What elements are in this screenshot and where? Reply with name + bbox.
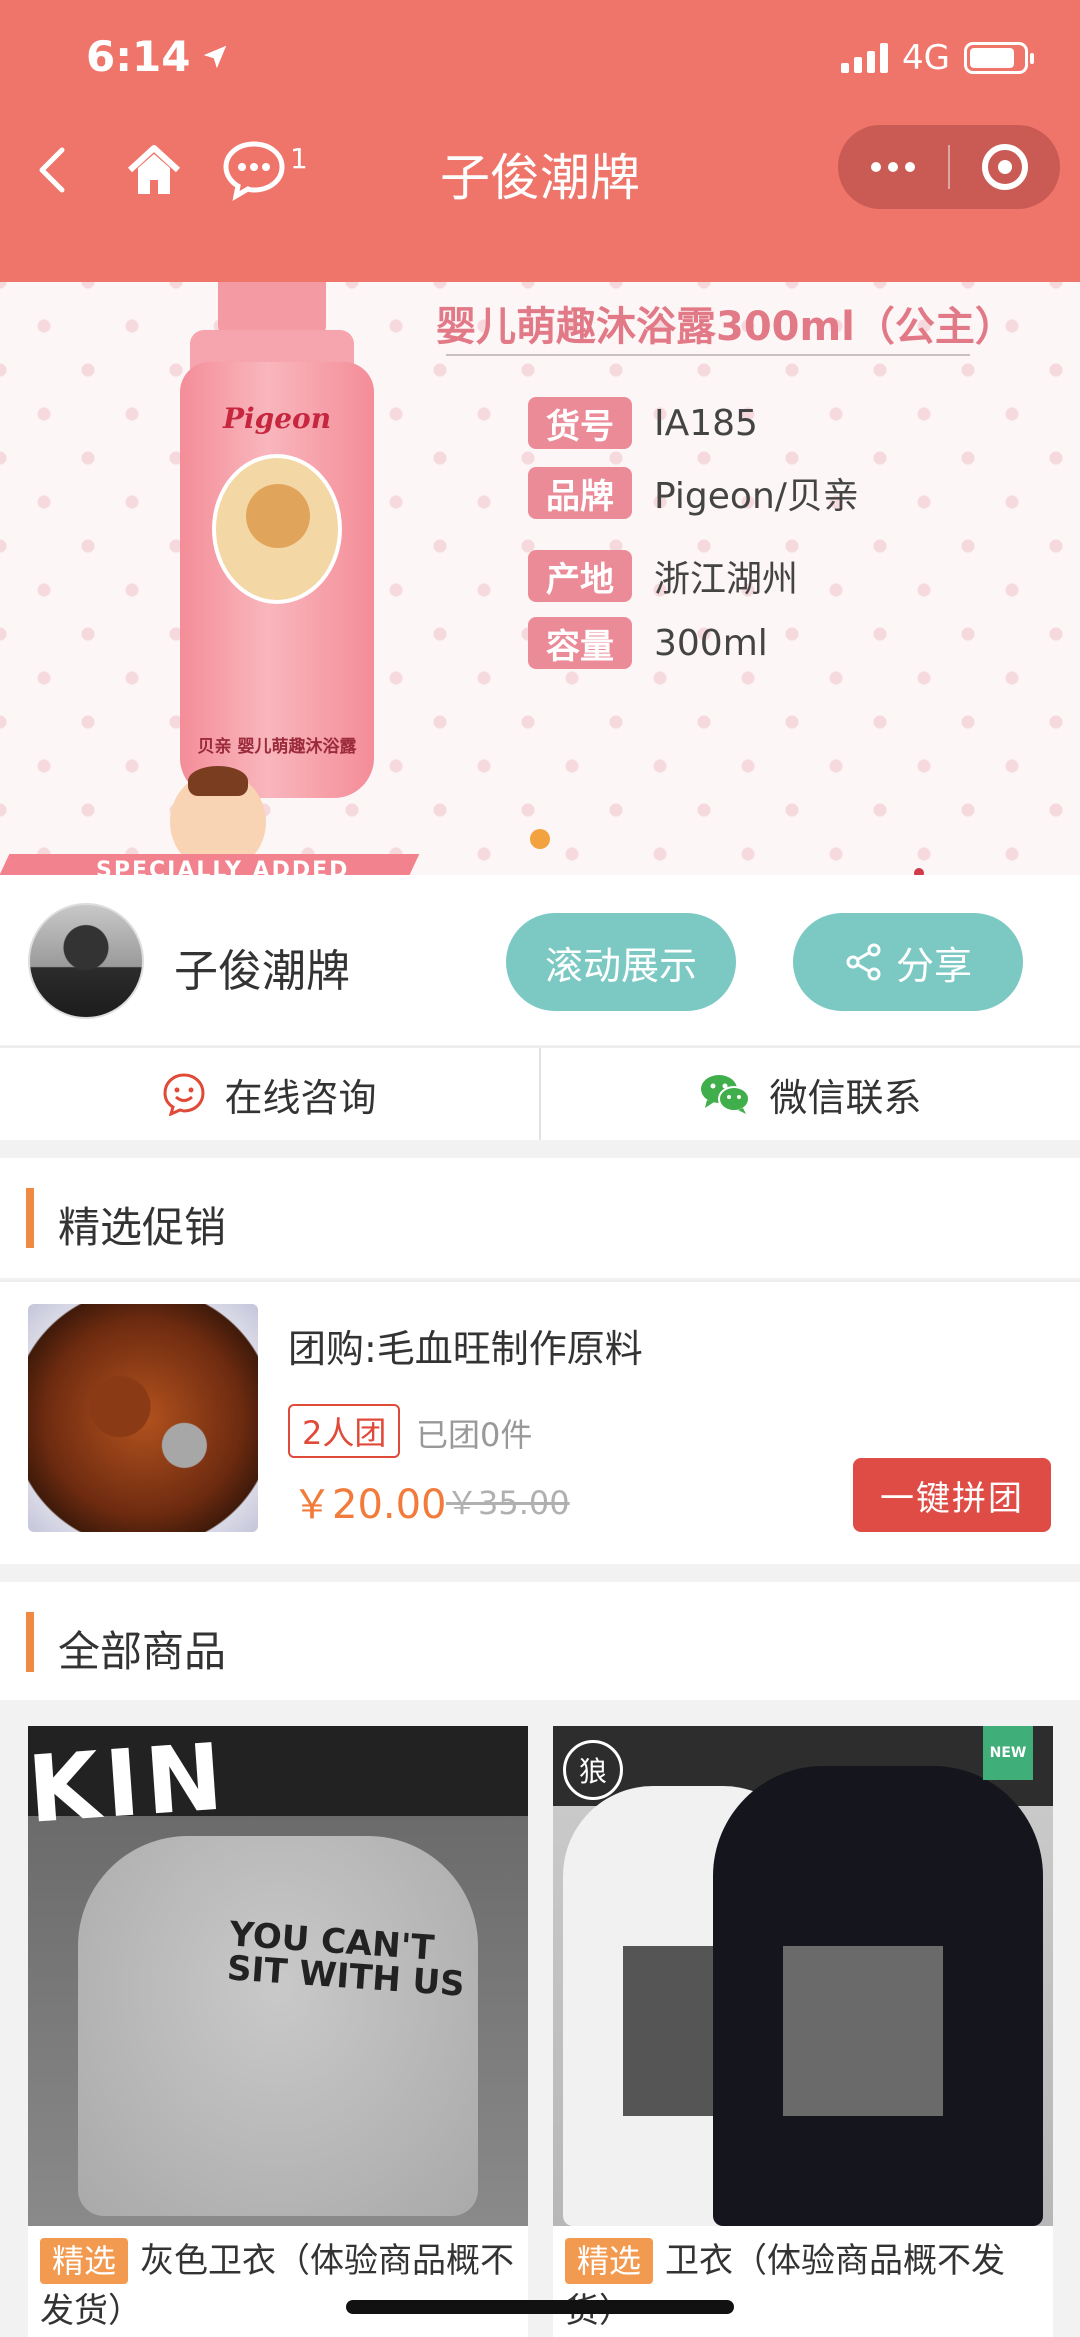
spec-value: 浙江湖州 [654, 559, 799, 600]
promo-item-title: 团购:毛血旺制作原料 [288, 1327, 643, 1371]
shop-avatar[interactable] [28, 903, 144, 1019]
product-grid: KIN YOU CAN'T SIT WITH US 精选 灰色卫衣（体验商品概不发… [0, 1700, 1080, 2337]
all-products-header: 全部商品 [0, 1582, 1080, 1702]
wechat-contact-label: 微信联系 [769, 1075, 922, 1120]
online-consult-label: 在线咨询 [224, 1075, 377, 1120]
carousel-indicator-active[interactable] [530, 829, 550, 849]
group-buy-button[interactable]: 一键拼团 [853, 1458, 1051, 1532]
scroll-display-label: 滚动展示 [544, 943, 697, 988]
section-accent-bar [26, 1612, 34, 1672]
group-sold-count: 已团0件 [416, 1416, 533, 1454]
featured-tag: 精选 [40, 2238, 129, 2284]
share-label: 分享 [895, 943, 972, 988]
all-products-title: 全部商品 [58, 1627, 227, 1676]
spec-row-origin: 产地 浙江湖州 [528, 550, 798, 602]
wechat-icon [701, 1075, 751, 1114]
network-type: 4G [902, 38, 950, 78]
promo-price: ￥20.00 [292, 1482, 447, 1528]
product-image-print: YOU CAN'T SIT WITH US [225, 1914, 466, 2005]
spec-tag: 货号 [528, 397, 632, 449]
featured-tag: 精选 [565, 2238, 654, 2284]
product-image[interactable]: 狼 NEW [553, 1726, 1053, 2226]
promo-item-image[interactable] [28, 1304, 258, 1532]
product-banner[interactable]: Pigeon 贝亲 婴儿萌趣沐浴露 SPECIALLY ADDED 婴儿萌趣沐浴… [0, 282, 1080, 875]
new-badge: NEW [983, 1726, 1033, 1780]
share-button[interactable]: 分享 [793, 913, 1023, 1011]
battery-icon [964, 42, 1034, 74]
brand-logo: 狼 [563, 1740, 623, 1800]
smile-chat-icon [163, 1073, 205, 1116]
product-image-banner-text: KIN [28, 1726, 233, 1844]
product-caption: 精选卫衣（体验商品概不发货） [565, 2236, 1045, 2336]
location-arrow-icon [204, 45, 227, 68]
spec-value: 300ml [654, 622, 768, 664]
share-icon [846, 943, 881, 981]
product-caption: 精选 灰色卫衣（体验商品概不发货） [40, 2236, 520, 2336]
spec-tag: 产地 [528, 550, 632, 602]
product-image[interactable]: KIN YOU CAN'T SIT WITH US [28, 1726, 528, 2226]
signal-icon [841, 43, 889, 73]
bottle-cap [218, 282, 326, 336]
spec-value: Pigeon/贝亲 [654, 476, 859, 517]
close-mini-program-icon[interactable] [950, 125, 1060, 209]
princess-illustration [212, 454, 342, 604]
spec-tag: 容量 [528, 617, 632, 669]
promo-item[interactable]: 团购:毛血旺制作原料 2人团 已团0件 ￥20.00 ￥35.00 一键拼团 [0, 1280, 1080, 1564]
status-time: 6:14 [86, 32, 230, 81]
spec-row-brand: 品牌 Pigeon/贝亲 [528, 467, 859, 519]
spec-row-volume: 容量 300ml [528, 617, 768, 669]
hoodie-print-shape [783, 1946, 943, 2116]
spec-row-sku: 货号 IA185 [528, 397, 758, 449]
mini-program-capsule [838, 125, 1060, 209]
ribbon-text: SPECIALLY ADDED [96, 858, 350, 875]
group-size-tag: 2人团 [288, 1404, 401, 1458]
top-bar: 6:14 4G 1 子俊潮牌 [0, 0, 1080, 282]
shop-info: 子俊潮牌 滚动展示 分享 [0, 875, 1080, 1045]
online-consult-button[interactable]: 在线咨询 [0, 1048, 539, 1140]
spec-tag: 品牌 [528, 467, 632, 519]
carousel-decoration-dot [914, 868, 924, 875]
promo-section-header: 精选促销 [0, 1158, 1080, 1278]
bottle-subtitle: 贝亲 婴儿萌趣沐浴露 [197, 737, 357, 757]
more-icon[interactable] [838, 125, 948, 209]
section-accent-bar [26, 1188, 34, 1248]
product-card[interactable]: KIN YOU CAN'T SIT WITH US 精选 灰色卫衣（体验商品概不发… [28, 1726, 528, 2337]
product-bottle-image: Pigeon 贝亲 婴儿萌趣沐浴露 [180, 362, 374, 798]
banner-product-title: 婴儿萌趣沐浴露300ml（公主） [436, 304, 1015, 350]
spec-value: IA185 [654, 402, 758, 444]
product-card[interactable]: 狼 NEW 精选卫衣（体验商品概不发货） [553, 1726, 1053, 2337]
sweatshirt-shape: YOU CAN'T SIT WITH US [78, 1836, 478, 2216]
status-indicators: 4G [841, 38, 1034, 78]
home-indicator[interactable] [346, 2300, 734, 2314]
promo-section-title: 精选促销 [58, 1203, 227, 1252]
group-buy-label: 一键拼团 [880, 1478, 1024, 1519]
contact-bar: 在线咨询 微信联系 [0, 1046, 1080, 1140]
bottle-brand: Pigeon [222, 402, 332, 435]
scroll-display-button[interactable]: 滚动展示 [506, 913, 736, 1011]
shop-name: 子俊潮牌 [174, 946, 350, 997]
wechat-contact-button[interactable]: 微信联系 [541, 1048, 1080, 1140]
promo-original-price: ￥35.00 [446, 1484, 570, 1522]
title-divider [446, 354, 970, 356]
